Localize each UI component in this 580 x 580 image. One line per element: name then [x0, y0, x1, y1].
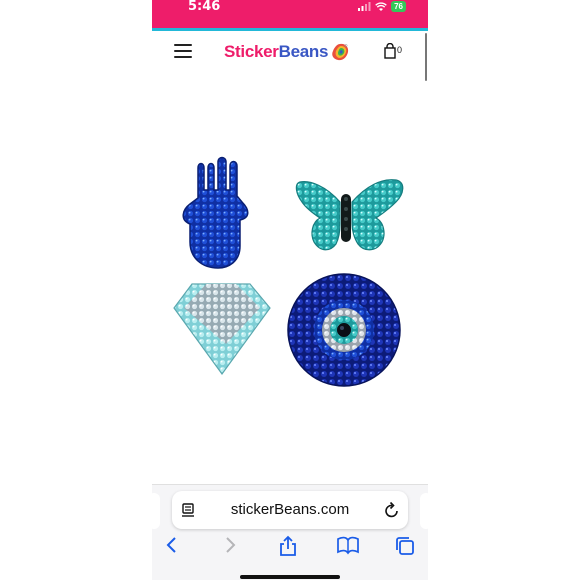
site-header: Sticker Beans 0 — [152, 31, 428, 79]
reload-icon[interactable] — [384, 501, 400, 519]
cart-icon — [384, 43, 396, 59]
wifi-icon — [375, 1, 387, 11]
url-text[interactable]: stickerBeans.com — [172, 501, 408, 518]
home-indicator[interactable] — [240, 575, 340, 579]
cart-count: 0 — [397, 45, 403, 55]
logo-text-beans: Beans — [278, 42, 329, 61]
evil-eye-sticker — [287, 273, 401, 387]
signal-icon — [358, 1, 371, 11]
hamsa-sticker — [182, 156, 249, 269]
cart-button[interactable]: 0 — [384, 43, 402, 59]
scroll-indicator[interactable] — [425, 33, 427, 81]
share-icon[interactable] — [278, 535, 298, 557]
browser-toolbar — [152, 533, 428, 563]
status-bar: 5:46 76 — [152, 0, 428, 28]
browser-bar: stickerBeans.com — [152, 484, 428, 580]
logo-text-sticker: Sticker — [224, 42, 279, 61]
battery-icon: 76 — [391, 0, 406, 12]
bookmarks-icon[interactable] — [336, 535, 360, 555]
site-logo[interactable]: Sticker Beans — [224, 42, 350, 62]
tabs-icon[interactable] — [394, 535, 416, 557]
address-bar[interactable]: stickerBeans.com — [172, 491, 408, 529]
status-icons: 76 — [358, 0, 406, 12]
prev-tab-peek[interactable] — [152, 493, 160, 529]
forward-icon[interactable] — [222, 535, 238, 555]
menu-icon[interactable] — [174, 44, 192, 58]
status-time: 5:46 — [188, 0, 221, 14]
diamond-sticker — [173, 283, 271, 376]
phone-screen: 5:46 76 Sticker Beans 0 stickerBeans.com — [152, 0, 428, 580]
product-image — [173, 156, 404, 387]
bean-logo-icon — [332, 43, 349, 61]
next-tab-peek[interactable] — [420, 493, 428, 529]
back-icon[interactable] — [164, 535, 180, 555]
butterfly-sticker — [295, 179, 404, 251]
